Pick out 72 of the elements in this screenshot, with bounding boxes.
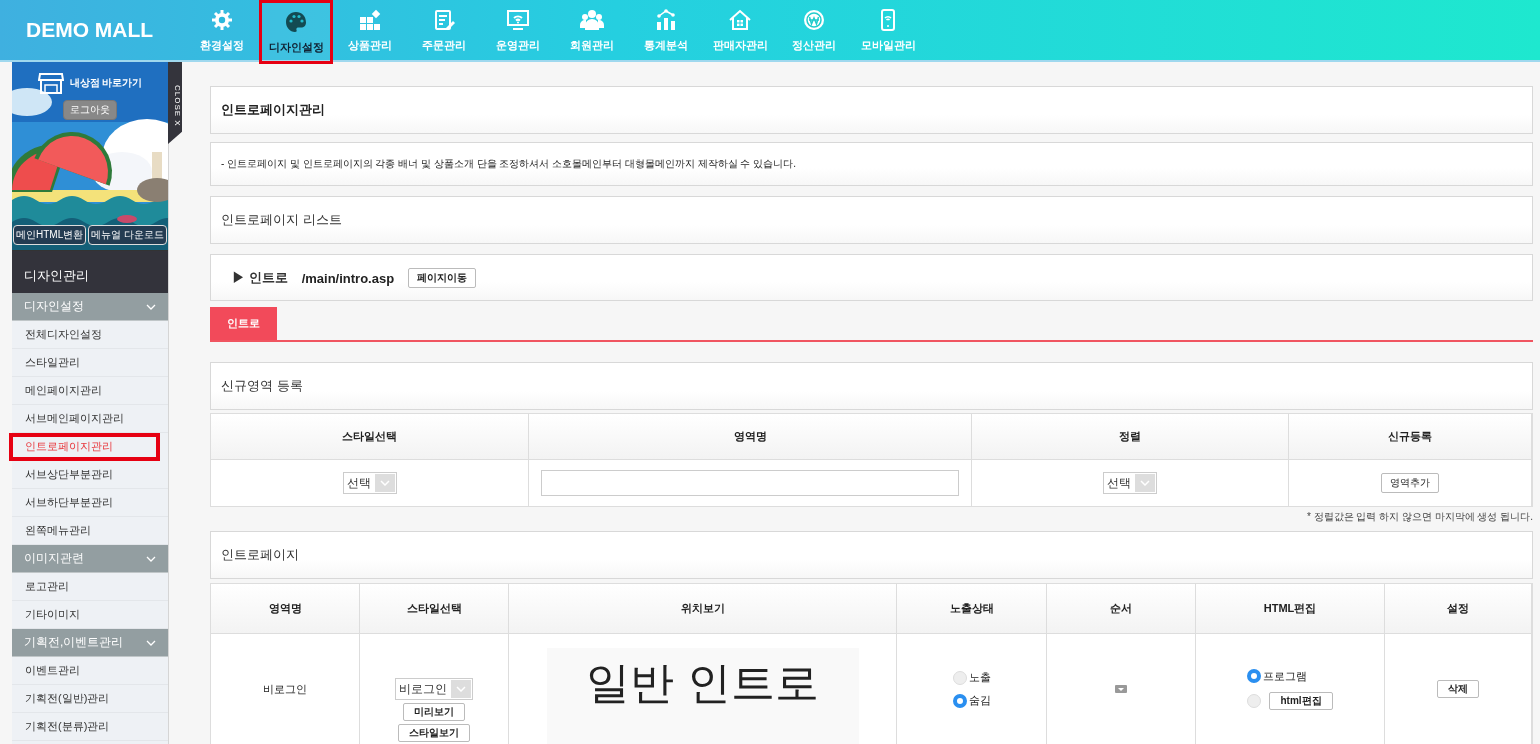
radio-label: 숨김 <box>968 693 991 708</box>
radio-label: 노출 <box>968 670 991 685</box>
preview-image: 일반 인트로 <box>546 648 859 744</box>
monitor-icon <box>506 7 530 32</box>
chevron-down-icon <box>379 480 390 486</box>
intro-label: ▶ 인트로 <box>232 269 288 287</box>
style-button[interactable]: 스타일보기 <box>398 724 470 742</box>
chevron-down-icon <box>146 555 156 562</box>
path-text: /main/intro.asp <box>301 270 395 286</box>
table-cell: 비로그인 <box>211 634 360 744</box>
storefront-icon <box>37 72 64 94</box>
sidebar-section-title: 디자인관리 <box>12 250 168 293</box>
sidebar-item[interactable]: 서브상단부분관리 <box>12 461 168 489</box>
column-header: 영역명 <box>529 414 972 460</box>
html-edit-button[interactable]: html편집 <box>1269 691 1333 710</box>
blocks-icon <box>358 7 382 32</box>
people-icon <box>580 7 604 32</box>
column-header: 위치보기 <box>509 584 897 634</box>
section-title: 신규영역 등록 <box>220 377 304 395</box>
sidebar-item[interactable]: 메인페이지관리 <box>12 377 168 405</box>
tab[interactable]: 인트로 <box>210 307 277 340</box>
select-dropdown[interactable]: 선택 <box>1103 472 1157 494</box>
chart-icon <box>654 7 678 32</box>
logout-button[interactable]: 로그아웃 <box>63 100 117 120</box>
description-text: - 인트로페이지 및 인트로페이지의 각종 배너 및 상품소개 단을 조정하셔서 소호몰메인부터 대형몰메인까지 제작하실 수 있습니다. <box>220 157 797 171</box>
chevron-down-icon <box>146 639 156 646</box>
chevron-down-icon <box>456 686 466 692</box>
page-title: 인트로페이지관리 <box>220 101 326 119</box>
area-name-input[interactable] <box>541 470 959 496</box>
gear-icon <box>210 7 234 32</box>
column-header: 노출상태 <box>897 584 1047 634</box>
note-text: * 정렬값은 입력 하지 않으면 마지막에 생성 됩니다. <box>1305 510 1533 524</box>
chevron-down-icon <box>1140 480 1150 486</box>
radio-label: 프로그램 <box>1263 668 1308 684</box>
sidebar-item[interactable]: 전체디자인설정 <box>12 321 168 349</box>
sidebar-item[interactable]: 이벤트관리 <box>12 657 168 685</box>
coin-icon <box>802 7 826 32</box>
chevron-down-icon <box>146 303 156 310</box>
banner-button[interactable]: 메인HTML변환 <box>13 225 87 245</box>
store-link[interactable]: 내상점 바로가기 <box>69 76 143 90</box>
sidebar-item[interactable]: 서브하단부분관리 <box>12 489 168 517</box>
radio-button[interactable] <box>1247 669 1262 683</box>
sidebar-item[interactable]: 기획전(분류)관리 <box>12 713 168 741</box>
sidebar-item[interactable]: 인트로페이지관리 <box>9 433 160 461</box>
column-header: 신규등록 <box>1289 414 1532 460</box>
column-header: 스타일선택 <box>211 414 529 460</box>
sidebar-item[interactable]: 스타일관리 <box>12 349 168 377</box>
notepad-icon <box>432 7 456 32</box>
delete-button[interactable]: 삭제 <box>1437 680 1479 698</box>
palette-icon <box>284 9 308 34</box>
section-title: 인트로페이지 <box>220 546 300 564</box>
add-area-button[interactable]: 영역추가 <box>1381 473 1439 493</box>
close-tab[interactable]: CLOSE X <box>168 62 182 144</box>
house-icon <box>728 7 752 32</box>
sort-down-icon[interactable] <box>1115 685 1127 693</box>
select-dropdown[interactable]: 비로그인 <box>395 678 473 700</box>
column-header: HTML편집 <box>1196 584 1385 634</box>
column-header: 정렬 <box>972 414 1289 460</box>
select-dropdown[interactable]: 선택 <box>342 472 397 494</box>
style-button[interactable]: 미리보기 <box>403 703 465 721</box>
column-header: 순서 <box>1047 584 1196 634</box>
sidebar-item[interactable]: 로고관리 <box>12 573 168 601</box>
sidebar-item[interactable]: 서브메인페이지관리 <box>12 405 168 433</box>
radio-button[interactable] <box>952 693 967 708</box>
banner-button[interactable]: 메뉴얼 다운로드 <box>88 225 167 245</box>
sidebar-item[interactable]: 기획전(일반)관리 <box>12 685 168 713</box>
column-header: 영역명 <box>211 584 360 634</box>
section-title: 인트로페이지 리스트 <box>220 211 343 229</box>
column-header: 설정 <box>1385 584 1532 634</box>
nav-tab[interactable]: 디자인설정 <box>259 0 333 64</box>
go-to-page-button[interactable]: 페이지이동 <box>408 268 477 288</box>
column-header: 스타일선택 <box>360 584 509 634</box>
